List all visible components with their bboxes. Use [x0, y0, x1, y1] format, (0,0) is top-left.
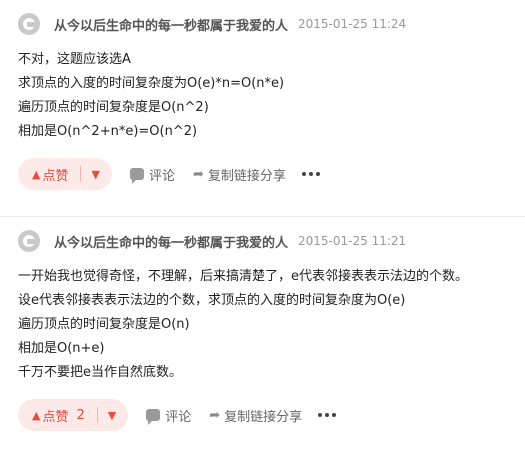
- like-button[interactable]: 点赞: [42, 406, 68, 425]
- comment-header: 从今以后生命中的每一秒都属于我爱的人 2015-01-25 11:21: [18, 229, 509, 253]
- comment-button[interactable]: 评论: [129, 165, 175, 184]
- comment-line: 相加是O(n^2+n*e)=O(n^2): [18, 124, 198, 139]
- more-dots-icon[interactable]: [301, 172, 320, 176]
- comment-text: 一开始我也觉得奇怪，不理解，后来搞清楚了，e代表邻接表表示法边的个数。 设e代表…: [18, 265, 509, 385]
- chat-bubble-icon: [146, 409, 161, 425]
- share-arrow-icon: ➦: [192, 166, 204, 182]
- username[interactable]: 从今以后生命中的每一秒都属于我爱的人: [54, 15, 288, 34]
- share-button[interactable]: ➦ 复制链接分享: [209, 406, 302, 425]
- like-count: 2: [76, 407, 85, 423]
- comment-button[interactable]: 评论: [146, 406, 191, 425]
- avatar-icon[interactable]: [18, 13, 40, 35]
- username[interactable]: 从今以后生命中的每一秒都属于我爱的人: [54, 232, 288, 251]
- comment-actions: ▲ 点赞 2 ▼ 评论 ➦ 复制链接分享: [18, 399, 509, 431]
- share-button-label: 复制链接分享: [207, 168, 286, 184]
- comment-header: 从今以后生命中的每一秒都属于我爱的人 2015-01-25 11:24: [18, 12, 509, 36]
- comment-line: 相加是O(n+e): [18, 341, 105, 356]
- vote-control: ▲ 点赞 2 ▼: [18, 399, 129, 431]
- vote-control: ▲ 点赞 ▼: [18, 158, 112, 190]
- comment-text: 不对，这题应该选A 求顶点的入度的时间复杂度为O(e)*n=O(n*e) 遍历顶…: [18, 48, 509, 144]
- share-button[interactable]: ➦ 复制链接分享: [193, 165, 286, 184]
- down-triangle-icon[interactable]: ▼: [108, 409, 116, 422]
- comment-item: 从今以后生命中的每一秒都属于我爱的人 2015-01-25 11:21 一开始我…: [0, 216, 525, 455]
- comment-line: 遍历顶点的时间复杂度是O(n^2): [18, 100, 209, 115]
- comment-line: 不对，这题应该选A: [18, 52, 131, 67]
- up-triangle-icon[interactable]: ▲: [32, 409, 40, 422]
- vote-divider: [96, 407, 98, 423]
- comment-item: 从今以后生命中的每一秒都属于我爱的人 2015-01-25 11:24 不对，这…: [0, 0, 525, 216]
- like-button[interactable]: 点赞: [42, 165, 68, 184]
- vote-divider: [80, 166, 82, 182]
- comment-date: 2015-01-25 11:24: [298, 17, 407, 31]
- chat-bubble-icon: [129, 168, 144, 184]
- comment-button-label: 评论: [148, 168, 175, 184]
- comment-button-label: 评论: [165, 409, 192, 425]
- comment-line: 求顶点的入度的时间复杂度为O(e)*n=O(n*e): [18, 76, 285, 91]
- share-button-label: 复制链接分享: [224, 409, 303, 425]
- comment-line: 设e代表邻接表表示法边的个数，求顶点的入度的时间复杂度为O(e): [18, 293, 406, 308]
- comment-line: 遍历顶点的时间复杂度是O(n): [18, 317, 190, 332]
- share-arrow-icon: ➦: [209, 407, 221, 423]
- comment-line: 一开始我也觉得奇怪，不理解，后来搞清楚了，e代表邻接表表示法边的个数。: [18, 269, 468, 284]
- comment-date: 2015-01-25 11:21: [298, 234, 407, 248]
- comment-actions: ▲ 点赞 ▼ 评论 ➦ 复制链接分享: [18, 158, 509, 190]
- more-dots-icon[interactable]: [318, 413, 337, 417]
- down-triangle-icon[interactable]: ▼: [91, 168, 99, 181]
- up-triangle-icon[interactable]: ▲: [32, 168, 40, 181]
- comment-line: 千万不要把e当作自然底数。: [18, 365, 182, 380]
- avatar-icon[interactable]: [18, 230, 40, 252]
